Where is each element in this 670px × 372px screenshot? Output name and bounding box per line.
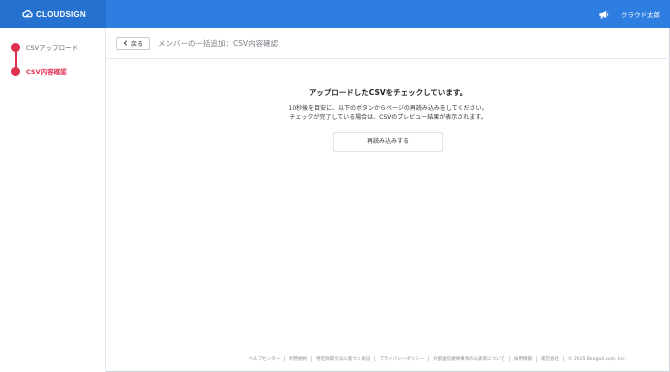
main-content: 戻る メンバーの一括追加：CSV内容確認 アップロードしたCSVをチェックしてい… bbox=[106, 28, 670, 372]
step-label: CSV内容確認 bbox=[26, 68, 67, 76]
footer-divider bbox=[284, 356, 286, 362]
footer: ヘルプセンター 利用規約 特定商取引法に基づく表記 プライバシーポリシー 外部送… bbox=[249, 356, 626, 362]
brand-name: CLOUDSIGN bbox=[36, 9, 86, 19]
main-header: 戻る メンバーの一括追加：CSV内容確認 bbox=[106, 28, 670, 59]
brand-logo-area[interactable]: CLOUDSIGN bbox=[0, 0, 106, 28]
step-dot bbox=[11, 42, 20, 52]
footer-link-help[interactable]: ヘルプセンター bbox=[249, 356, 281, 362]
status-panel: アップロードしたCSVをチェックしています。 10秒後を目安に、以下のボタンから… bbox=[106, 59, 670, 152]
footer-divider bbox=[563, 356, 565, 362]
back-button-label: 戻る bbox=[131, 40, 144, 48]
step-csv-confirm: CSV内容確認 bbox=[11, 66, 67, 76]
sidebar: CSVアップロード CSV内容確認 bbox=[0, 28, 106, 372]
step-label: CSVアップロード bbox=[26, 44, 79, 52]
footer-link-privacy[interactable]: プライバシーポリシー bbox=[379, 356, 424, 362]
user-name[interactable]: クラウド太郎 bbox=[621, 9, 660, 19]
page-title: メンバーの一括追加：CSV内容確認 bbox=[158, 38, 279, 48]
chevron-left-icon bbox=[123, 40, 127, 46]
back-button[interactable]: 戻る bbox=[116, 36, 151, 50]
reload-button[interactable]: 再読み込みする bbox=[333, 132, 443, 152]
step-dot bbox=[11, 66, 20, 76]
status-description: 10秒後を目安に、以下のボタンからページの再読み込みをしてください。 チェックが… bbox=[106, 104, 670, 122]
footer-link-external-transmission[interactable]: 外部送信規律事項の公表等について bbox=[433, 356, 505, 362]
description-line: 10秒後を目安に、以下のボタンからページの再読み込みをしてください。 bbox=[288, 105, 488, 112]
cloudsign-logo-icon bbox=[22, 9, 33, 17]
footer-link-commerce-law[interactable]: 特定商取引法に基づく表記 bbox=[316, 356, 370, 362]
footer-divider bbox=[428, 356, 430, 362]
footer-link-careers[interactable]: 採用情報 bbox=[514, 356, 532, 362]
footer-divider bbox=[536, 356, 538, 362]
footer-divider bbox=[509, 356, 511, 362]
user-area: クラウド太郎 bbox=[598, 0, 660, 28]
step-csv-upload: CSVアップロード bbox=[11, 42, 78, 52]
footer-link-company[interactable]: 運営会社 bbox=[541, 356, 559, 362]
megaphone-icon[interactable] bbox=[598, 9, 609, 20]
footer-divider bbox=[374, 356, 376, 362]
top-bar: CLOUDSIGN クラウド太郎 bbox=[0, 0, 670, 28]
footer-divider bbox=[311, 356, 313, 362]
footer-link-terms[interactable]: 利用規約 bbox=[289, 356, 307, 362]
status-heading: アップロードしたCSVをチェックしています。 bbox=[308, 88, 468, 97]
description-line: チェックが完了している場合は、CSVのプレビュー結果が表示されます。 bbox=[289, 114, 487, 121]
copyright: © 2015 Bengo4.com, Inc. bbox=[568, 356, 626, 362]
